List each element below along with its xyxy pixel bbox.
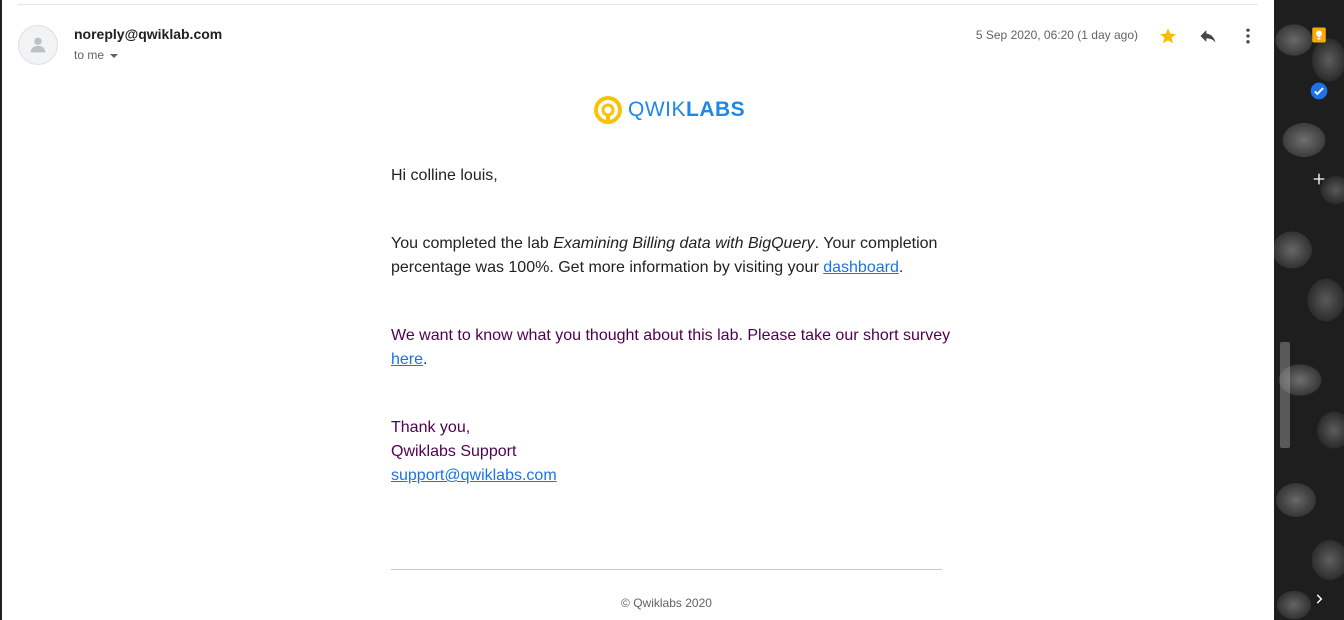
add-icon: [1313, 173, 1325, 185]
person-icon: [30, 37, 46, 53]
signoff-team: Qwiklabs Support: [391, 443, 517, 460]
keep-icon: [1312, 27, 1326, 43]
expand-panel-button[interactable]: [1308, 588, 1330, 610]
dashboard-link[interactable]: dashboard: [823, 259, 899, 276]
message-pane: noreply@qwiklab.com to me 5 Sep 2020, 06…: [2, 0, 1274, 620]
tasks-button[interactable]: [1308, 80, 1330, 102]
reply-button[interactable]: [1196, 24, 1220, 48]
star-icon: [1160, 28, 1176, 44]
support-email-link[interactable]: support@qwiklabs.com: [391, 467, 557, 484]
caret-down-icon: [110, 53, 119, 58]
qwiklabs-logo-icon: [594, 96, 622, 124]
signoff-thanks: Thank you,: [391, 419, 471, 436]
greeting: Hi colline louis,: [391, 167, 498, 184]
lab-name: Examining Billing data with BigQuery: [553, 235, 815, 252]
more-vert-icon: [1246, 28, 1250, 44]
reply-icon: [1200, 30, 1216, 43]
recipient-label: to me: [74, 48, 105, 62]
survey-link[interactable]: here: [391, 351, 423, 368]
recipient-details-toggle[interactable]: to me: [74, 48, 119, 62]
completion-paragraph: You completed the lab Examining Billing …: [391, 235, 938, 276]
more-options-button[interactable]: [1236, 24, 1260, 48]
avatar[interactable]: [18, 25, 58, 65]
copyright: © Qwiklabs 2020: [621, 596, 712, 610]
survey-paragraph: We want to know what you thought about t…: [391, 327, 951, 368]
chevron-right-icon: [1316, 594, 1323, 604]
tasks-icon: [1310, 82, 1328, 100]
message-timestamp: 5 Sep 2020, 06:20 (1 day ago): [975, 28, 1138, 42]
keep-button[interactable]: [1308, 24, 1330, 46]
scrollbar-thumb[interactable]: [1280, 342, 1290, 448]
star-button[interactable]: [1156, 24, 1180, 48]
add-addon-button[interactable]: [1308, 168, 1330, 190]
divider: [18, 4, 1258, 5]
sender-address[interactable]: noreply@qwiklab.com: [74, 26, 222, 42]
logo-wordmark: QWIKLABS: [628, 98, 746, 121]
signoff: Thank you, Qwiklabs Support support@qwik…: [391, 416, 951, 488]
qwiklabs-logo: QWIKLABS: [594, 94, 745, 126]
footer-divider: [391, 569, 942, 570]
